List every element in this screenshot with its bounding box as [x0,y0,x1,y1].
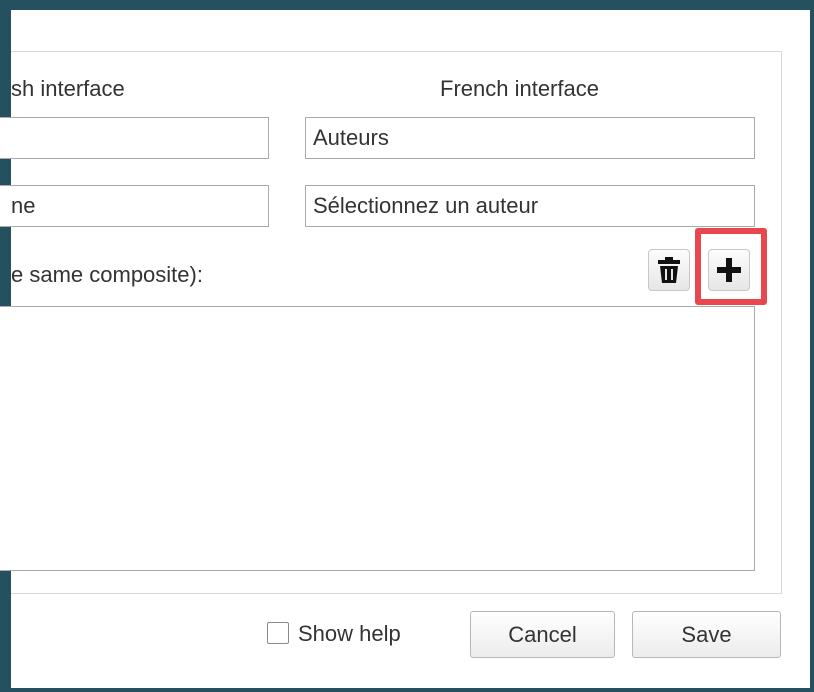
english-title-field[interactable] [0,117,269,159]
english-column-heading: sh interface [11,76,125,101]
english-prompt-field[interactable] [0,185,269,227]
french-prompt-field[interactable] [305,185,755,227]
show-help-checkbox[interactable] [267,622,289,644]
window-frame-top [0,0,814,10]
french-column-heading: French interface [440,76,599,101]
show-help-label[interactable]: Show help [298,621,401,647]
window-frame-right [810,0,814,692]
composite-list-label: e same composite): [11,262,203,287]
composite-list[interactable] [0,306,755,571]
french-title-field[interactable] [305,117,755,159]
delete-button[interactable] [648,249,690,291]
save-button[interactable]: Save [632,611,781,658]
cancel-button[interactable]: Cancel [470,611,615,658]
annotation-highlight-box [695,228,767,305]
trash-icon [658,257,680,283]
window-frame-bottom [0,688,814,692]
